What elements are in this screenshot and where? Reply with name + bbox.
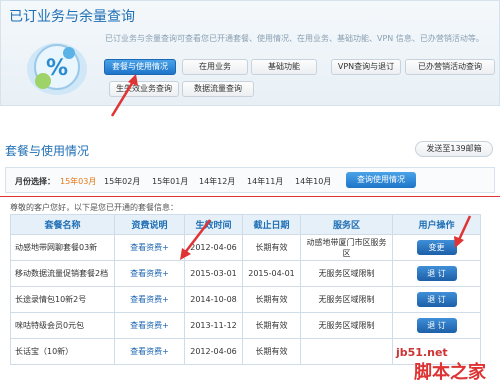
annotation-arrow (110, 74, 138, 117)
month-option[interactable]: 15年02月 (104, 176, 140, 187)
service-area: 无服务区域限制 (300, 286, 393, 313)
end-date: 长期有效 (242, 338, 301, 365)
month-selector: 月份选择： 15年03月 15年02月 15年01月 14年12月 14年11月… (5, 167, 495, 193)
tab-data-traffic-query[interactable]: 数据流量查询 (182, 81, 254, 97)
service-area (300, 338, 393, 365)
query-usage-button[interactable]: 查询使用情况 (346, 172, 416, 188)
column-header: 截止日期 (242, 214, 301, 235)
view-fee-link[interactable]: 查看资费+ (130, 243, 169, 252)
table-row: 长途录情包10新2号 查看资费+ 2014-10-08 长期有效 无服务区域限制… (10, 286, 481, 313)
tab-active-services[interactable]: 在用业务 (182, 59, 248, 75)
month-selector-label: 月份选择： (15, 177, 55, 186)
page-title: 已订业务与余量查询 (9, 9, 135, 25)
annotation-arrow (454, 215, 472, 248)
view-fee-link[interactable]: 查看资费+ (130, 321, 169, 330)
end-date: 长期有效 (242, 286, 301, 313)
divider (0, 196, 500, 197)
service-area: 动感地带厦门市区服务区 (300, 234, 393, 261)
start-date: 2013-11-12 (184, 312, 243, 339)
notice-text: 尊敬的客户您好，以下是您已开通的套餐信息： (10, 203, 178, 212)
end-date: 长期有效 (242, 234, 301, 261)
tab-basic-functions[interactable]: 基础功能 (251, 59, 317, 75)
month-option[interactable]: 15年03月 (60, 176, 96, 187)
table-row: 动感地带网聊套餐03新 查看资费+ 2012-04-06 长期有效 动感地带厦门… (10, 234, 481, 261)
svg-text:%: % (46, 56, 68, 81)
package-name: 长话宝（10新） (10, 338, 115, 365)
unsubscribe-button[interactable]: 退 订 (416, 318, 457, 333)
start-date: 2014-10-08 (184, 286, 243, 313)
watermark-logo: 脚本之家 (414, 362, 486, 383)
unsubscribe-button[interactable]: 退 订 (416, 292, 457, 307)
page-description: 已订业务与余量查询可查看您已开通套餐、使用情况、在用业务、基础功能、VPN 信息… (105, 34, 484, 43)
column-header: 服务区 (300, 214, 393, 235)
table-row: 移动数据流量促销套餐2档 查看资费+ 2015-03-01 2015-04-01… (10, 260, 481, 287)
tab-marketing-query[interactable]: 已办营销活动查询 (405, 59, 495, 75)
unsubscribe-button[interactable]: 退 订 (416, 266, 457, 281)
view-fee-link[interactable]: 查看资费+ (130, 347, 169, 356)
send-to-mailbox-button[interactable]: 发送至139邮箱 (415, 141, 493, 157)
service-area: 无服务区域限制 (300, 312, 393, 339)
end-date: 2015-04-01 (242, 260, 301, 287)
top-panel: 已订业务与余量查询 % 已订业务与余量查询可查看您已开通套餐、使用情况、在用业务… (0, 0, 500, 106)
end-date: 长期有效 (242, 312, 301, 339)
package-name: 咪咕特级会员0元包 (10, 312, 115, 339)
table-header-row: 套餐名称 资费说明 生效时间 截止日期 服务区 用户操作 (10, 214, 481, 235)
start-date: 2012-04-06 (184, 338, 243, 365)
start-date: 2015-03-01 (184, 260, 243, 287)
view-fee-link[interactable]: 查看资费+ (130, 295, 169, 304)
section-title: 套餐与使用情况 (5, 144, 90, 158)
month-option[interactable]: 15年01月 (152, 176, 188, 187)
tab-vpn-query[interactable]: VPN查询与退订 (331, 59, 401, 75)
month-option[interactable]: 14年10月 (295, 176, 331, 187)
service-area: 无服务区域限制 (300, 260, 393, 287)
table-row: 咪咕特级会员0元包 查看资费+ 2013-11-12 长期有效 无服务区域限制 … (10, 312, 481, 339)
package-name: 动感地带网聊套餐03新 (10, 234, 115, 261)
view-fee-link[interactable]: 查看资费+ (130, 269, 169, 278)
package-table: 套餐名称 资费说明 生效时间 截止日期 服务区 用户操作 动感地带网聊套餐03新… (10, 214, 481, 365)
percent-icon: % (27, 43, 87, 95)
month-option[interactable]: 14年12月 (199, 176, 235, 187)
annotation-arrow (180, 219, 211, 260)
month-option[interactable]: 14年11月 (247, 176, 283, 187)
column-header: 套餐名称 (10, 214, 115, 235)
package-name: 长途录情包10新2号 (10, 286, 115, 313)
package-name: 移动数据流量促销套餐2档 (10, 260, 115, 287)
